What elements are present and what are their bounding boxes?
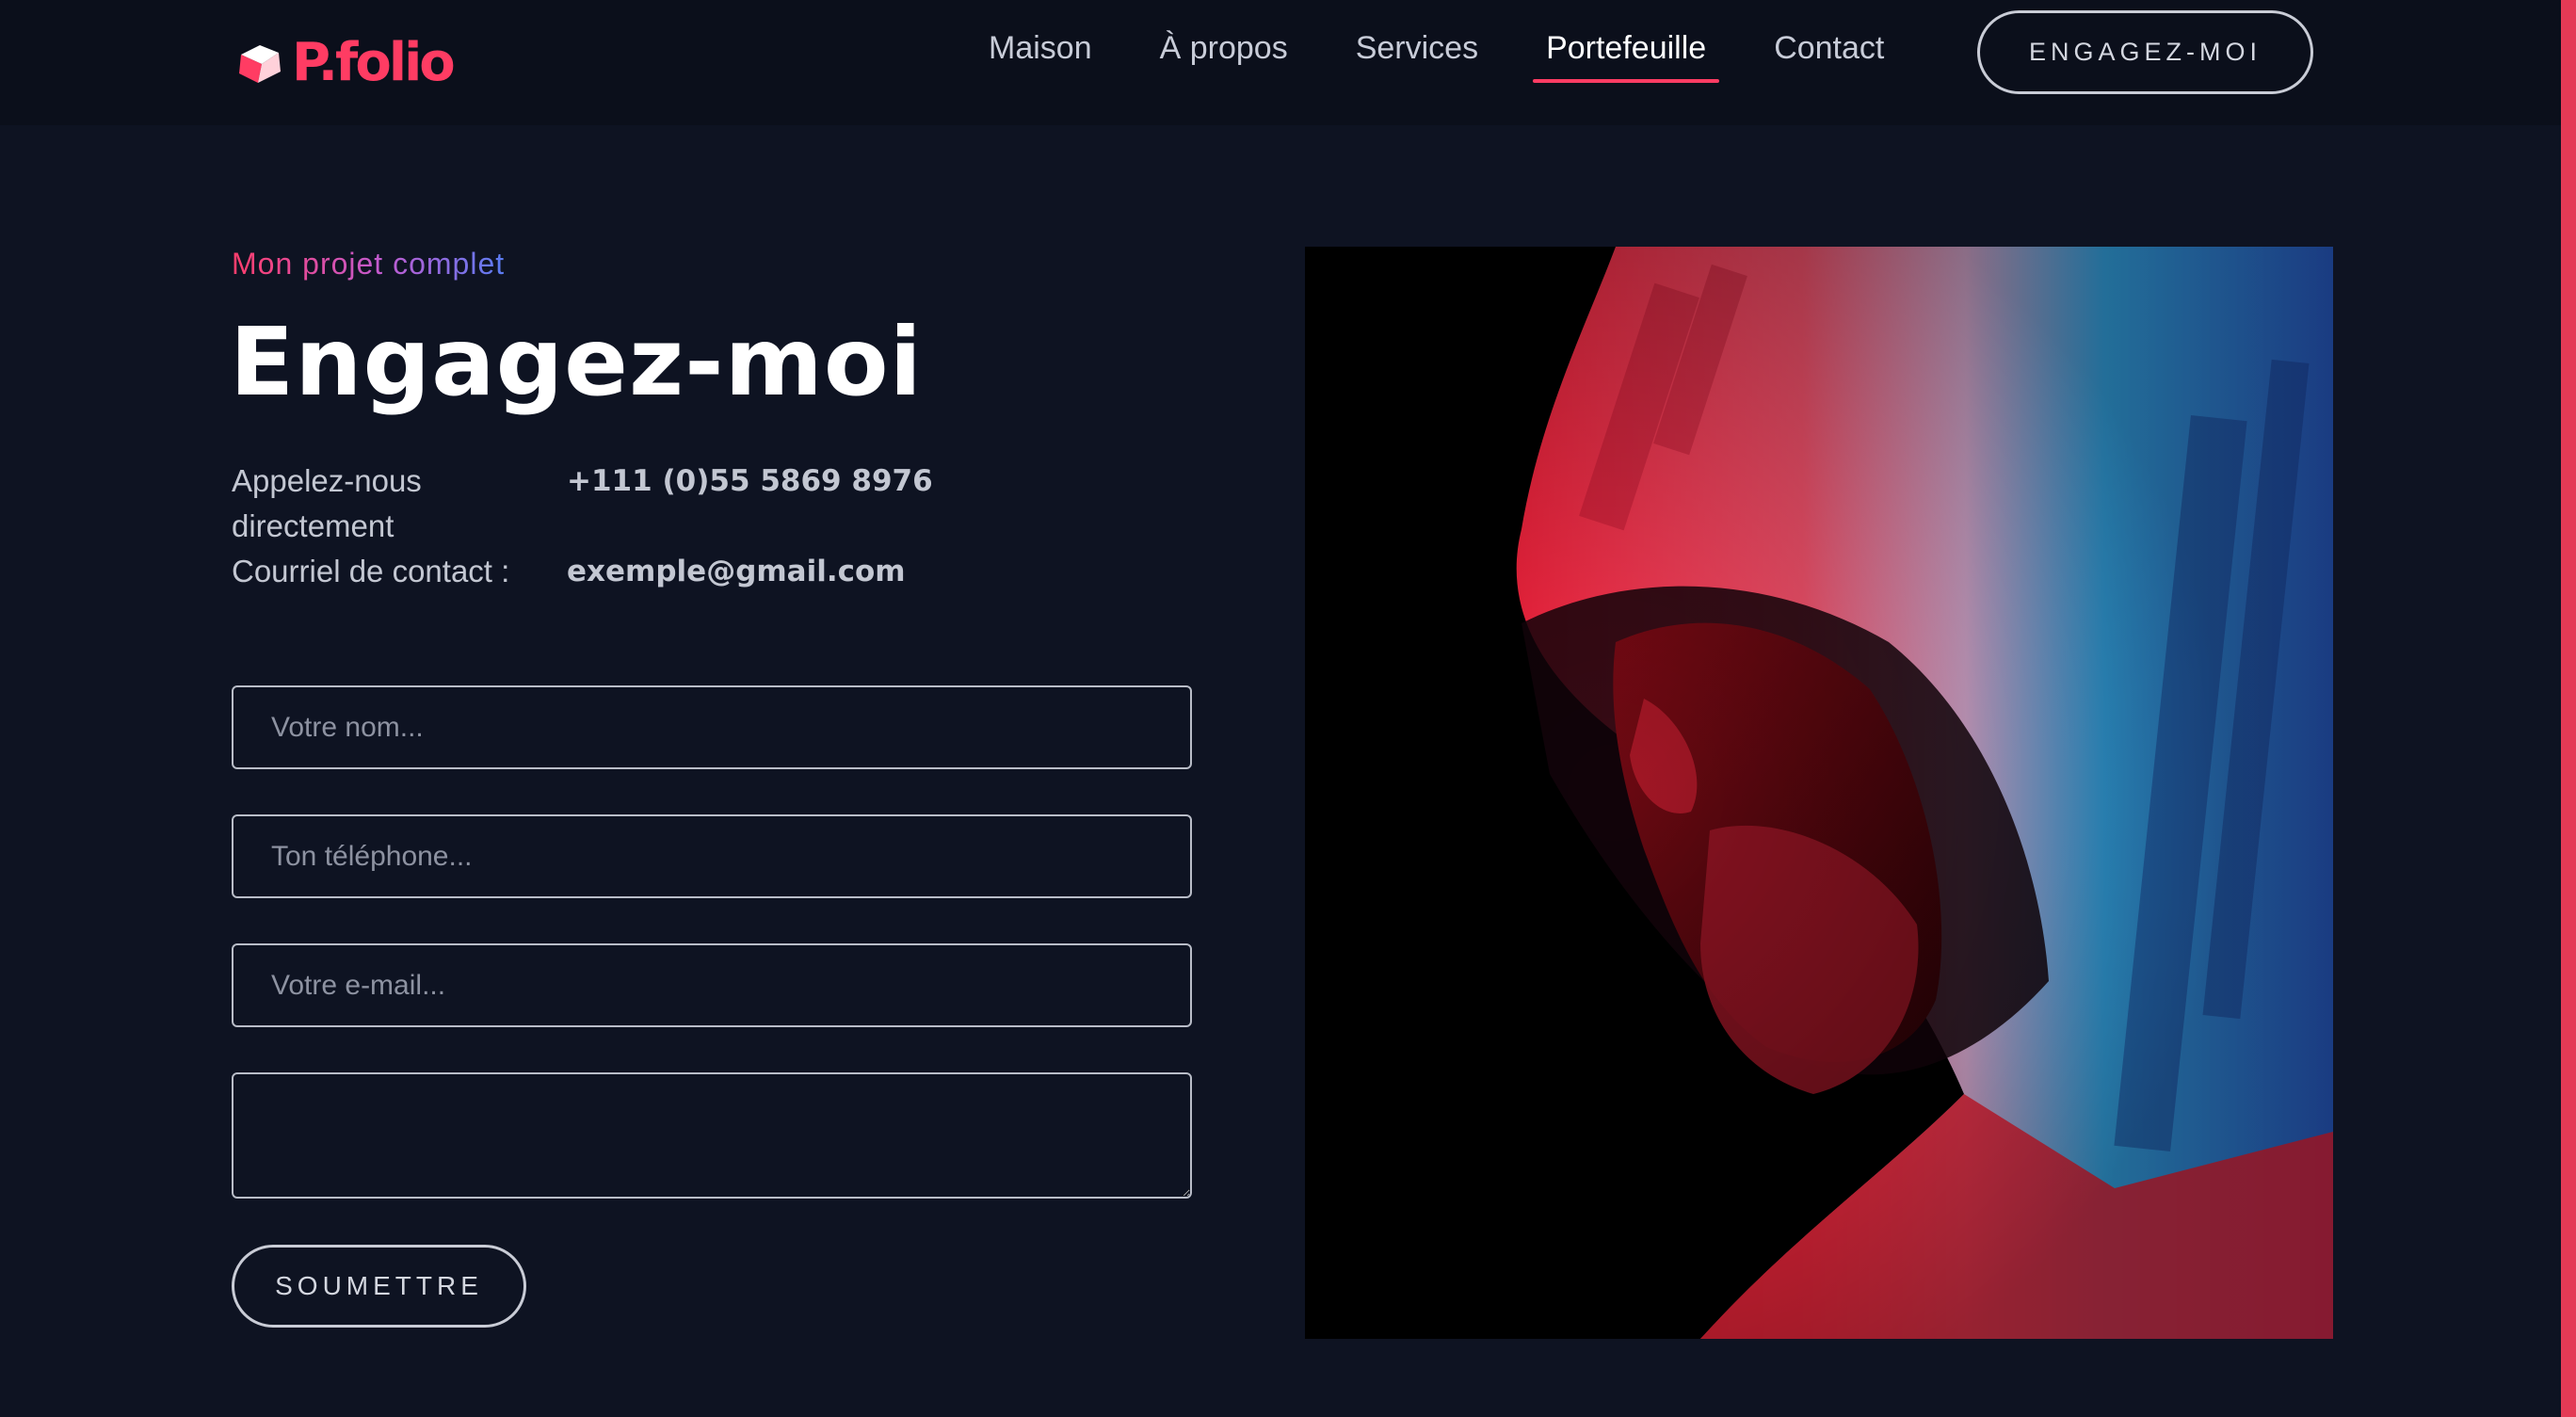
nav-item-portefeuille[interactable]: Portefeuille: [1533, 24, 1720, 83]
brand-name: P.folio: [292, 32, 456, 93]
nav-item-contact[interactable]: Contact: [1774, 24, 1884, 81]
section-subtitle: Mon projet complet: [232, 247, 506, 281]
logo-cube-icon: [239, 45, 281, 83]
contact-email-value[interactable]: exemple@gmail.com: [567, 549, 906, 594]
contact-phone-row: Appelez-nous directement +111 (0)55 5869…: [232, 459, 933, 549]
name-input[interactable]: [232, 685, 1192, 769]
hire-me-button[interactable]: ENGAGEZ-MOI: [1977, 10, 2313, 94]
main-nav: Maison À propos Services Portefeuille Co…: [989, 24, 1952, 83]
page-title: Engagez-moi: [230, 307, 923, 417]
contact-email-label: Courriel de contact :: [232, 554, 510, 588]
submit-button[interactable]: SOUMETTRE: [232, 1245, 526, 1328]
brand-logo[interactable]: P.folio: [237, 21, 456, 105]
message-textarea[interactable]: [232, 1072, 1192, 1199]
contact-phone-label: Appelez-nous directement: [232, 463, 422, 543]
site-header: P.folio Maison À propos Services Portefe…: [0, 0, 2561, 125]
contact-phone-value[interactable]: +111 (0)55 5869 8976: [567, 459, 933, 504]
nav-item-services[interactable]: Services: [1356, 24, 1478, 81]
hooded-person-image: [1305, 247, 2333, 1339]
hero-photo: [1305, 247, 2333, 1339]
nav-item-a-propos[interactable]: À propos: [1160, 24, 1288, 81]
email-input[interactable]: [232, 943, 1192, 1027]
contact-email-row: Courriel de contact : exemple@gmail.com: [232, 549, 906, 594]
phone-input[interactable]: [232, 814, 1192, 898]
nav-item-maison[interactable]: Maison: [989, 24, 1092, 81]
page-edge-accent: [2561, 0, 2576, 1417]
